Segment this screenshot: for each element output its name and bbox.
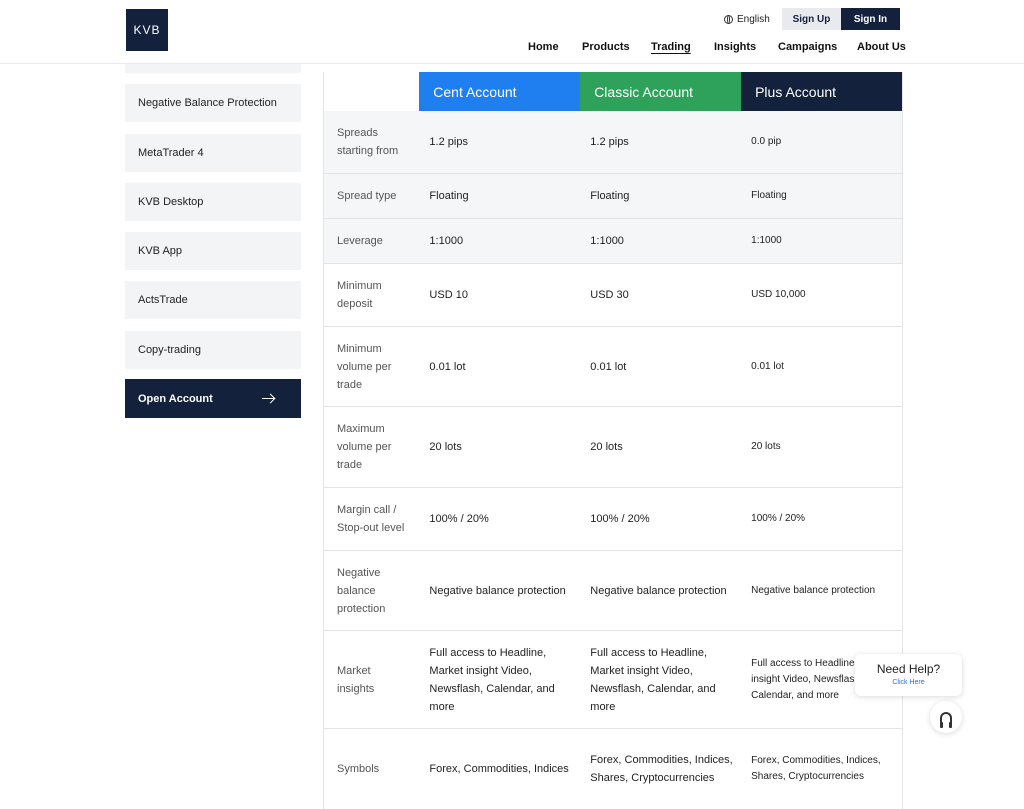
- cell-classic: Floating: [590, 190, 630, 202]
- table-row: Spread type Floating Floating Floating: [324, 174, 902, 219]
- table-row: Margin call / Stop-out level 100% / 20% …: [324, 488, 902, 551]
- header-blank-cell: [324, 72, 420, 111]
- row-label: Symbols: [337, 763, 380, 775]
- cell-classic: 20 lots: [590, 441, 623, 453]
- nav-home[interactable]: Home: [528, 41, 559, 53]
- support-chat-button[interactable]: [930, 701, 962, 733]
- sidebar-item-actstrade[interactable]: ActsTrade: [125, 281, 301, 319]
- cell-cent: 20 lots: [429, 441, 462, 453]
- cell-classic: 1.2 pips: [590, 136, 629, 148]
- cell-plus: Forex, Commodities, Indices, Shares, Cry…: [751, 755, 881, 782]
- language-selector[interactable]: English: [724, 12, 770, 26]
- cell-plus: 20 lots: [751, 441, 781, 452]
- cell-classic: Full access to Headline, Market insight …: [590, 646, 716, 713]
- header-plus-account: Plus Account: [741, 72, 902, 111]
- sidebar-item-copy-trading[interactable]: Copy-trading: [125, 331, 301, 369]
- account-comparison-table: Cent Account Classic Account Plus Accoun…: [323, 72, 903, 809]
- sidebar-item-kvb-desktop[interactable]: KVB Desktop: [125, 183, 301, 221]
- row-label: Leverage: [337, 235, 383, 247]
- cell-cent: USD 10: [429, 289, 468, 301]
- sign-in-button[interactable]: Sign In: [841, 8, 900, 30]
- table-row: Market insights Full access to Headline,…: [324, 631, 902, 729]
- headset-icon: [940, 711, 952, 728]
- row-label: Spread type: [337, 190, 397, 202]
- nav-trading[interactable]: Trading: [651, 41, 691, 53]
- header-classic-account: Classic Account: [580, 72, 742, 111]
- kvb-logo[interactable]: KVB: [126, 9, 168, 51]
- open-account-label: Open Account: [138, 392, 213, 405]
- cell-cent: Negative balance protection: [429, 584, 566, 597]
- cell-cent: 100% / 20%: [429, 513, 489, 525]
- help-title: Need Help?: [876, 662, 941, 676]
- table-row: Leverage 1:1000 1:1000 1:1000: [324, 219, 902, 264]
- cell-classic: USD 30: [590, 289, 629, 301]
- cell-plus: 100% / 20%: [751, 513, 806, 524]
- arrow-right-icon: [262, 394, 275, 404]
- table-row: Minimum deposit USD 10 USD 30 USD 10,000: [324, 264, 902, 327]
- row-label: Minimum deposit: [337, 280, 382, 310]
- sign-up-button[interactable]: Sign Up: [782, 8, 841, 30]
- cell-plus: USD 10,000: [751, 289, 806, 300]
- sidebar-item-metatrader-4[interactable]: MetaTrader 4: [125, 134, 301, 172]
- need-help-widget[interactable]: Need Help? Click Here: [855, 654, 962, 696]
- cell-cent: 0.01 lot: [429, 360, 466, 373]
- cell-cent: 1.2 pips: [429, 136, 468, 148]
- help-click-here-link[interactable]: Click Here: [855, 679, 962, 686]
- cell-cent: 1:1000: [429, 235, 464, 247]
- cell-plus: Negative balance protection: [751, 584, 876, 596]
- cell-classic: 1:1000: [590, 235, 624, 247]
- row-label: Market insights: [337, 664, 375, 695]
- language-label: English: [737, 13, 770, 25]
- open-account-button[interactable]: Open Account: [125, 379, 301, 418]
- cell-cent: Floating: [429, 190, 469, 202]
- nav-about-us[interactable]: About Us: [857, 41, 906, 53]
- cell-classic: Negative balance protection: [590, 584, 727, 597]
- row-label: Minimum volume per trade: [337, 342, 392, 391]
- cell-cent: Full access to Headline, Market insight …: [429, 646, 555, 713]
- table-row: Negative balance protection Negative bal…: [324, 551, 902, 631]
- nav-campaigns[interactable]: Campaigns: [778, 41, 837, 53]
- cell-classic: 100% / 20%: [590, 513, 650, 525]
- table-row: Spreads starting from 1.2 pips 1.2 pips …: [324, 111, 902, 174]
- header-cent-account: Cent Account: [419, 72, 581, 111]
- row-label: Maximum volume per trade: [337, 423, 392, 471]
- cell-classic: 0.01 lot: [590, 360, 627, 373]
- cell-plus: Floating: [751, 190, 787, 201]
- sidebar-item-negative-balance-protection[interactable]: Negative Balance Protection: [125, 84, 301, 122]
- cell-plus: 1:1000: [751, 235, 782, 246]
- cell-plus: 0.0 pip: [751, 136, 782, 147]
- table-row: Symbols Forex, Commodities, Indices Fore…: [324, 729, 902, 809]
- table-header-row: Cent Account Classic Account Plus Accoun…: [324, 72, 902, 111]
- sidebar-item-kvb-app[interactable]: KVB App: [125, 232, 301, 270]
- row-label: Margin call / Stop-out level: [337, 504, 405, 534]
- sidebar-item-partial[interactable]: [125, 64, 301, 73]
- site-header: KVB English Sign Up Sign In Home Product…: [0, 0, 1024, 64]
- cell-cent: Forex, Commodities, Indices: [429, 763, 569, 775]
- nav-insights[interactable]: Insights: [714, 41, 756, 53]
- globe-icon: [724, 14, 733, 24]
- cell-plus: 0.01 lot: [751, 360, 784, 372]
- row-label: Negative balance protection: [337, 566, 386, 615]
- nav-products[interactable]: Products: [582, 41, 630, 53]
- table-row: Minimum volume per trade 0.01 lot 0.01 l…: [324, 327, 902, 407]
- table-row: Maximum volume per trade 20 lots 20 lots…: [324, 407, 902, 488]
- row-label: Spreads starting from: [337, 127, 399, 157]
- cell-classic: Forex, Commodities, Indices, Shares, Cry…: [590, 754, 733, 784]
